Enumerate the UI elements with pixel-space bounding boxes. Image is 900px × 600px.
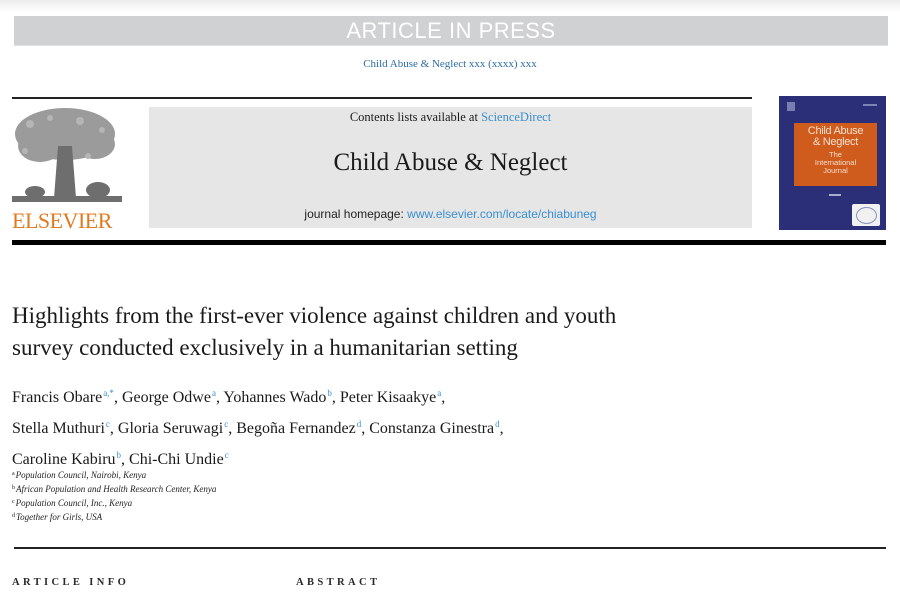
author[interactable]: George Odwea <box>122 388 216 406</box>
banner-label: ARTICLE IN PRESS <box>346 17 556 43</box>
article-in-press-banner: ARTICLE IN PRESS <box>14 16 888 46</box>
article-title-line2: survey conducted exclusively in a humani… <box>12 335 518 360</box>
author[interactable]: Begoña Fernandezd <box>236 419 361 437</box>
cover-issn-mark <box>863 104 877 106</box>
author-line: Francis Obarea,*, George Odwea, Yohannes… <box>12 388 446 406</box>
author-line: Stella Muthuric, Gloria Seruwagic, Begoñ… <box>12 419 504 437</box>
author[interactable]: Francis Obarea,* <box>12 388 114 406</box>
cover-seal-icon <box>852 204 880 226</box>
cover-volume-mark <box>829 194 841 196</box>
article-info-heading: ARTICLE INFO <box>12 577 130 588</box>
author[interactable]: Chi-Chi Undiec <box>129 450 229 468</box>
journal-masthead: Contents lists available at ScienceDirec… <box>149 107 752 228</box>
author[interactable]: Yohannes Wadob <box>223 388 332 406</box>
section-rule <box>14 547 886 549</box>
affiliation: aPopulation Council, Nairobi, Kenya <box>12 470 147 480</box>
masthead-rule <box>12 240 886 245</box>
article-title-line1: Highlights from the first-ever violence … <box>12 303 617 328</box>
homepage-prefix: journal homepage: <box>304 207 408 221</box>
author[interactable]: Gloria Seruwagic <box>118 419 228 437</box>
journal-citation: Child Abuse & Neglect xxx (xxxx) xxx <box>363 58 537 70</box>
article-title: Highlights from the first-ever violence … <box>12 300 812 364</box>
cover-title-panel: Child Abuse & Neglect The International … <box>794 123 877 186</box>
elsevier-tree-icon <box>10 106 125 206</box>
abstract-heading: ABSTRACT <box>296 577 381 588</box>
author[interactable]: Peter Kisaakyea <box>340 388 441 406</box>
journal-title: Child Abuse & Neglect <box>333 149 568 176</box>
affiliation: dTogether for Girls, USA <box>12 512 103 522</box>
journal-cover-image: Child Abuse & Neglect The International … <box>779 96 886 230</box>
elsevier-wordmark: ELSEVIER <box>12 208 112 233</box>
affiliation-ref[interactable]: c <box>225 450 229 460</box>
header-rule <box>12 97 752 99</box>
cover-publisher-icon <box>787 102 795 111</box>
elsevier-logo: ELSEVIER <box>10 106 125 233</box>
affiliation-ref[interactable]: a,* <box>103 388 114 398</box>
affiliation: cPopulation Council, Inc., Kenya <box>12 498 133 508</box>
author[interactable]: Constanza Ginestrad <box>369 419 499 437</box>
cover-title-line2: & Neglect <box>813 136 858 148</box>
cover-subtitle-line3: Journal <box>823 166 848 175</box>
affiliation: bAfrican Population and Health Research … <box>12 484 217 494</box>
author[interactable]: Stella Muthuric <box>12 419 110 437</box>
sciencedirect-link[interactable]: ScienceDirect <box>481 110 551 124</box>
affiliation-list: aPopulation Council, Nairobi, Kenya bAfr… <box>12 468 612 524</box>
contents-prefix: Contents lists available at <box>349 110 482 124</box>
author[interactable]: Caroline Kabirub <box>12 450 121 468</box>
journal-homepage-link[interactable]: www.elsevier.com/locate/chiabuneg <box>407 207 596 221</box>
contents-line: Contents lists available at ScienceDirec… <box>149 110 752 125</box>
author-list: Francis Obarea,*, George Odwea, Yohannes… <box>12 380 812 473</box>
viewer-top-shade <box>0 0 900 12</box>
journal-homepage-line: journal homepage: www.elsevier.com/locat… <box>149 207 752 221</box>
